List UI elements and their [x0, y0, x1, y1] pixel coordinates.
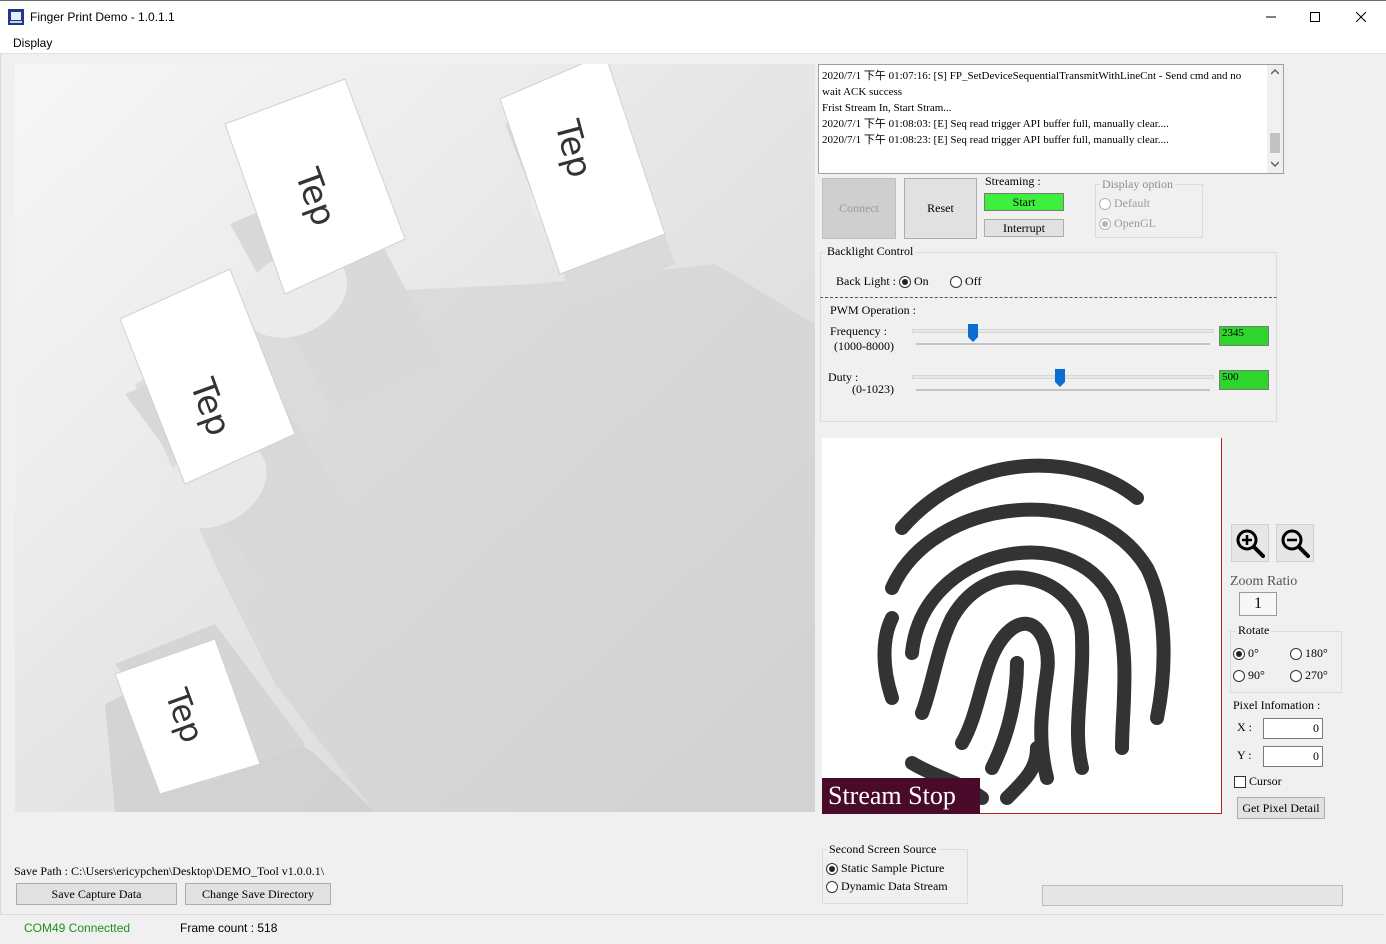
- rotate-180[interactable]: 180°: [1290, 646, 1328, 661]
- second-screen-static[interactable]: Static Sample Picture: [826, 861, 944, 876]
- display-option-default[interactable]: Default: [1099, 196, 1150, 211]
- pixel-x-label: X :: [1237, 720, 1252, 734]
- duty-value[interactable]: 500: [1219, 370, 1269, 390]
- log-scrollbar[interactable]: [1267, 65, 1283, 173]
- title-bar: Finger Print Demo - 1.0.1.1: [0, 0, 1386, 32]
- frequency-value[interactable]: 2345: [1219, 326, 1269, 346]
- second-screen-label: Second Screen Source: [827, 842, 939, 857]
- frequency-ticks: [916, 343, 1210, 345]
- radio-default[interactable]: [1099, 198, 1111, 211]
- maximize-icon: [1310, 12, 1320, 22]
- backlight-off[interactable]: Off: [950, 274, 981, 289]
- fingerprint-icon: [877, 458, 1171, 805]
- pixel-y-field[interactable]: 0: [1263, 746, 1323, 767]
- frequency-label: Frequency :: [830, 324, 887, 338]
- get-pixel-detail-button[interactable]: Get Pixel Detail: [1237, 797, 1325, 819]
- interrupt-button[interactable]: Interrupt: [984, 219, 1064, 237]
- rotate-label: Rotate: [1236, 623, 1272, 638]
- radio-backlight-off[interactable]: [950, 276, 962, 289]
- frame-count: Frame count : 518: [180, 921, 278, 935]
- backlight-group-label: Backlight Control: [825, 244, 916, 259]
- minimize-button[interactable]: [1248, 1, 1294, 33]
- second-screen-dynamic[interactable]: Dynamic Data Stream: [826, 879, 948, 894]
- radio-opengl[interactable]: [1099, 218, 1111, 231]
- finger-image-view[interactable]: Tep Tep Tep Tep: [15, 64, 815, 812]
- zoom-ratio-value: 1: [1239, 592, 1277, 616]
- close-icon: [1356, 12, 1366, 22]
- scroll-thumb[interactable]: [1270, 133, 1280, 153]
- radio-rotate-270[interactable]: [1290, 670, 1302, 683]
- frequency-slider-thumb[interactable]: [968, 324, 979, 342]
- rotate-0[interactable]: 0°: [1233, 646, 1259, 661]
- rotate-90[interactable]: 90°: [1233, 668, 1265, 683]
- log-line: Frist Stream In, Start Stram...: [822, 102, 952, 114]
- zoom-in-icon: [1236, 529, 1265, 558]
- backlight-label: Back Light :: [836, 274, 896, 288]
- pixel-info-label: Pixel Infomation :: [1233, 698, 1321, 712]
- duty-ticks: [916, 389, 1210, 391]
- rotate-group: [1230, 631, 1342, 693]
- save-capture-button[interactable]: Save Capture Data: [16, 883, 177, 905]
- radio-rotate-180[interactable]: [1290, 648, 1302, 661]
- radio-rotate-90[interactable]: [1233, 670, 1245, 683]
- scroll-down-icon[interactable]: [1271, 161, 1279, 167]
- close-button[interactable]: [1338, 1, 1384, 33]
- duty-range: (0-1023): [852, 382, 894, 396]
- log-line: 2020/7/1 下午 01:08:03: [E] Seq read trigg…: [822, 118, 1169, 130]
- pixel-x-field[interactable]: 0: [1263, 718, 1323, 739]
- radio-rotate-0[interactable]: [1233, 648, 1245, 661]
- stream-stop-overlay: Stream Stop: [822, 778, 980, 814]
- log-textbox[interactable]: 2020/7/1 下午 01:07:16: [S] FP_SetDeviceSe…: [818, 64, 1284, 174]
- cursor-option[interactable]: Cursor: [1234, 774, 1282, 789]
- maximize-button[interactable]: [1292, 1, 1338, 33]
- reset-button[interactable]: Reset: [904, 178, 977, 239]
- window-title: Finger Print Demo - 1.0.1.1: [30, 10, 175, 24]
- pixel-y-label: Y :: [1237, 748, 1252, 762]
- scroll-up-icon[interactable]: [1271, 69, 1279, 75]
- radio-backlight-on[interactable]: [899, 276, 911, 289]
- progress-bar: [1042, 885, 1343, 906]
- connection-status: COM49 Connectted: [24, 921, 131, 935]
- pwm-label: PWM Operation :: [830, 303, 916, 317]
- zoom-in-button[interactable]: [1231, 524, 1269, 562]
- menu-display[interactable]: Display: [13, 36, 52, 50]
- finger-scan-image: Tep Tep Tep Tep: [15, 64, 815, 812]
- backlight-on[interactable]: On: [899, 274, 929, 289]
- start-button[interactable]: Start: [984, 193, 1064, 211]
- duty-slider-thumb[interactable]: [1054, 369, 1065, 387]
- fingerprint-preview[interactable]: [822, 438, 1222, 814]
- display-option-label: Display option: [1100, 177, 1175, 192]
- display-option-opengl[interactable]: OpenGL: [1099, 216, 1156, 231]
- minimize-icon: [1266, 16, 1276, 18]
- zoom-ratio-label: Zoom Ratio: [1230, 574, 1298, 589]
- log-line: 2020/7/1 下午 01:08:23: [E] Seq read trigg…: [822, 134, 1169, 146]
- app-icon: [8, 9, 24, 25]
- log-line: 2020/7/1 下午 01:07:16: [S] FP_SetDeviceSe…: [822, 70, 1242, 82]
- radio-dynamic-stream[interactable]: [826, 881, 838, 894]
- zoom-out-button[interactable]: [1276, 524, 1314, 562]
- second-screen-group: [822, 849, 968, 904]
- rotate-270[interactable]: 270°: [1290, 668, 1328, 683]
- status-bar: COM49 Connectted Frame count : 518: [0, 914, 1384, 940]
- save-path-label: Save Path : C:\Users\ericypchen\Desktop\…: [14, 864, 325, 878]
- cursor-checkbox[interactable]: [1234, 776, 1246, 789]
- streaming-label: Streaming :: [985, 174, 1041, 188]
- menu-bar: Display: [0, 32, 1386, 54]
- radio-static-sample[interactable]: [826, 863, 838, 876]
- frequency-range: (1000-8000): [834, 339, 894, 353]
- change-save-directory-button[interactable]: Change Save Directory: [185, 883, 331, 905]
- log-content: 2020/7/1 下午 01:07:16: [S] FP_SetDeviceSe…: [822, 68, 1267, 148]
- connect-button[interactable]: Connect: [822, 178, 896, 239]
- zoom-out-icon: [1281, 529, 1310, 558]
- log-line: wait ACK success: [822, 86, 903, 98]
- frequency-track[interactable]: [912, 329, 1214, 333]
